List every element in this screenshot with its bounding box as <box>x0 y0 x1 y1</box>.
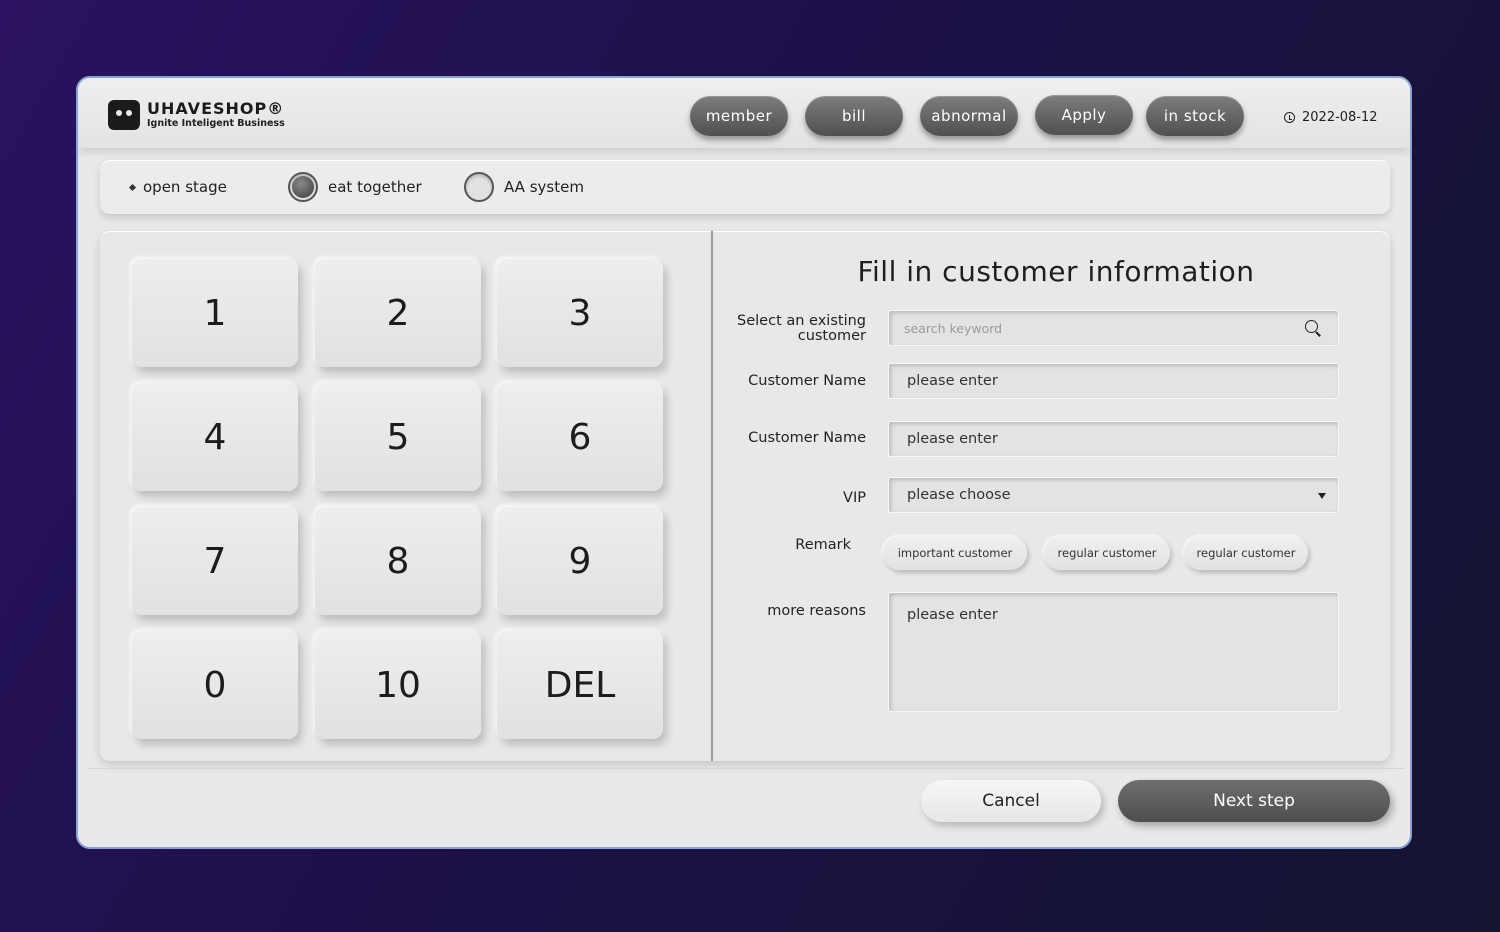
existing-customer-label: Select an existing customer <box>737 313 866 344</box>
customer-name-input-2[interactable]: please enter <box>888 421 1339 457</box>
keypad-key-8[interactable]: 8 <box>315 507 481 615</box>
mode-open-stage[interactable]: open stage <box>128 160 227 214</box>
footer-divider <box>88 768 1404 769</box>
main-panel: 1 2 3 4 5 6 7 8 9 0 10 DEL Fill in custo… <box>100 231 1390 761</box>
remark-label: Remark <box>795 537 851 553</box>
cancel-button[interactable]: Cancel <box>921 780 1101 822</box>
cat-logo-icon <box>108 100 140 130</box>
bullet-icon <box>128 183 137 191</box>
mode-eat-together[interactable]: eat together <box>288 160 422 214</box>
chevron-down-icon[interactable] <box>1318 493 1326 499</box>
mode-selector-bar: open stage eat together AA system <box>100 160 1390 214</box>
clock-icon <box>1284 112 1295 123</box>
keypad-key-0[interactable]: 0 <box>132 631 298 739</box>
nav-abnormal-button[interactable]: abnormal <box>920 96 1018 136</box>
customer-name-label-1: Customer Name <box>748 373 866 389</box>
keypad-key-5[interactable]: 5 <box>315 383 481 491</box>
brand-tagline: Ignite Inteligent Business <box>147 118 285 130</box>
more-reasons-placeholder: please enter <box>907 607 998 623</box>
customer-name-input-1[interactable]: please enter <box>888 363 1339 399</box>
radio-checked-icon[interactable] <box>288 172 318 202</box>
nav-in-stock-button[interactable]: in stock <box>1146 96 1244 136</box>
nav-apply-button[interactable]: Apply <box>1035 95 1133 135</box>
vip-label: VIP <box>843 490 866 506</box>
mode-aa-system[interactable]: AA system <box>464 160 584 214</box>
keypad-key-4[interactable]: 4 <box>132 383 298 491</box>
keypad-key-2[interactable]: 2 <box>315 259 481 367</box>
remark-chip-regular-2[interactable]: regular customer <box>1184 536 1308 570</box>
radio-unchecked-icon[interactable] <box>464 172 494 202</box>
customer-name-label-2: Customer Name <box>748 430 866 446</box>
keypad-key-del[interactable]: DEL <box>497 631 663 739</box>
customer-name-placeholder-2: please enter <box>907 431 998 447</box>
keypad-key-6[interactable]: 6 <box>497 383 663 491</box>
keypad-key-7[interactable]: 7 <box>132 507 298 615</box>
app-window: UHAVESHOP® Ignite Inteligent Business me… <box>76 76 1412 849</box>
search-placeholder: search keyword <box>904 320 1003 336</box>
customer-name-placeholder-1: please enter <box>907 373 998 389</box>
brand-name: UHAVESHOP® <box>147 99 285 119</box>
vip-placeholder: please choose <box>907 487 1011 503</box>
form-title: Fill in customer information <box>857 255 1255 288</box>
remark-chip-regular-1[interactable]: regular customer <box>1044 536 1170 570</box>
more-reasons-label: more reasons <box>767 603 866 619</box>
date-display: 2022-08-12 <box>1284 110 1378 125</box>
more-reasons-textarea[interactable]: please enter <box>888 592 1339 712</box>
panel-divider <box>711 231 713 761</box>
vip-select[interactable]: please choose <box>888 477 1339 513</box>
mode-eat-together-label: eat together <box>328 178 422 196</box>
customer-search-input[interactable]: search keyword <box>888 310 1339 346</box>
search-icon[interactable] <box>1305 320 1318 333</box>
remark-chip-important[interactable]: important customer <box>883 536 1027 570</box>
keypad-key-3[interactable]: 3 <box>497 259 663 367</box>
nav-bill-button[interactable]: bill <box>805 96 903 136</box>
date-text: 2022-08-12 <box>1302 110 1378 125</box>
mode-aa-system-label: AA system <box>504 178 584 196</box>
brand-logo: UHAVESHOP® Ignite Inteligent Business <box>108 100 285 130</box>
nav-member-button[interactable]: member <box>690 96 788 136</box>
keypad-key-1[interactable]: 1 <box>132 259 298 367</box>
next-step-button[interactable]: Next step <box>1118 780 1390 822</box>
mode-open-stage-label: open stage <box>143 178 227 196</box>
header-bar: UHAVESHOP® Ignite Inteligent Business me… <box>78 78 1410 148</box>
keypad-key-9[interactable]: 9 <box>497 507 663 615</box>
keypad-key-10[interactable]: 10 <box>315 631 481 739</box>
